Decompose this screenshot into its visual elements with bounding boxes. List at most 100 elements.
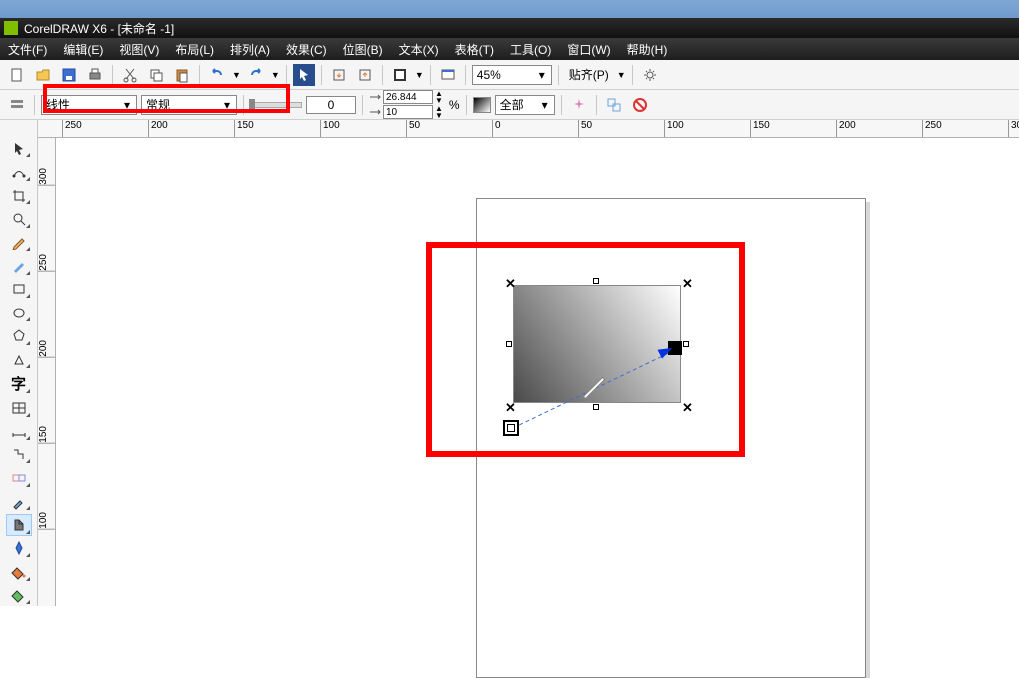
fill-type-dropdown[interactable]: 线性 ▾: [41, 95, 137, 115]
gradient-swatch[interactable]: [473, 97, 491, 113]
menu-help[interactable]: 帮助(H): [627, 41, 668, 58]
menu-view[interactable]: 视图(V): [119, 41, 159, 58]
shape-tool[interactable]: [6, 161, 32, 182]
menu-table[interactable]: 表格(T): [455, 41, 494, 58]
menu-edit[interactable]: 编辑(E): [63, 41, 103, 58]
fill-vector[interactable]: [509, 346, 681, 432]
open-button[interactable]: [32, 64, 54, 86]
app-launcher-button[interactable]: [389, 64, 411, 86]
rect-tool[interactable]: [6, 279, 32, 300]
menu-window[interactable]: 窗口(W): [567, 41, 610, 58]
interactive-tool[interactable]: [6, 467, 32, 488]
menu-effects[interactable]: 效果(C): [286, 41, 327, 58]
connector-tool[interactable]: [6, 444, 32, 465]
freehand-tool[interactable]: [6, 232, 32, 253]
smart-fill-tool[interactable]: [6, 585, 32, 606]
rect-icon: [11, 281, 27, 297]
presets-button[interactable]: [6, 94, 28, 116]
welcome-button[interactable]: [437, 64, 459, 86]
smartfill-icon: [11, 587, 27, 603]
undo-icon: [209, 67, 225, 83]
pick-mode-button[interactable]: [293, 64, 315, 86]
spinner-icon[interactable]: ▲▼: [435, 105, 443, 119]
crop-icon: [11, 188, 27, 204]
snap-label[interactable]: 贴齐(P): [565, 66, 613, 83]
shapes-tool[interactable]: [6, 349, 32, 370]
menu-bitmap[interactable]: 位图(B): [343, 41, 383, 58]
import-icon: [331, 67, 347, 83]
pen-icon: [11, 540, 27, 556]
edge-mode-value: 常规: [146, 96, 220, 113]
height-input[interactable]: [383, 105, 433, 119]
ruler-tick: 50: [406, 120, 420, 137]
zoom-tool[interactable]: [6, 208, 32, 229]
sel-handle-nw[interactable]: ✕: [505, 276, 516, 292]
export-icon: [357, 67, 373, 83]
print-button[interactable]: [84, 64, 106, 86]
snap-dropdown[interactable]: ▼: [617, 70, 626, 80]
eyedropper-tool[interactable]: [6, 491, 32, 512]
fill-flyout-tool[interactable]: [6, 561, 32, 582]
smart-draw-tool[interactable]: [6, 255, 32, 276]
save-button[interactable]: [58, 64, 80, 86]
text-tool[interactable]: 字: [6, 372, 32, 395]
save-icon: [61, 67, 77, 83]
new-icon: [9, 67, 25, 83]
effect-button[interactable]: [568, 94, 590, 116]
sel-handle-ne[interactable]: ✕: [682, 276, 693, 292]
angle-slider[interactable]: [250, 102, 302, 108]
launcher-icon: [392, 67, 408, 83]
launcher-dropdown[interactable]: ▼: [415, 70, 424, 80]
shape-icon: [11, 164, 27, 180]
sel-handle-se[interactable]: ✕: [682, 400, 693, 416]
menu-tools[interactable]: 工具(O): [510, 41, 551, 58]
window-title: CorelDRAW X6 - [未命名 -1]: [24, 20, 174, 37]
sel-handle-n[interactable]: [593, 278, 599, 284]
height-icon: [369, 108, 381, 117]
pick-tool[interactable]: [6, 138, 32, 159]
polygon-tool[interactable]: [6, 325, 32, 346]
redo-button[interactable]: [245, 64, 267, 86]
table-tool[interactable]: [6, 397, 32, 418]
cursor-icon: [11, 141, 27, 157]
ruler-tick: 200: [836, 120, 856, 137]
zoom-dropdown[interactable]: 45% ▾: [472, 65, 552, 85]
edge-mode-dropdown[interactable]: 常规 ▾: [141, 95, 237, 115]
scope-dropdown[interactable]: 全部 ▾: [495, 95, 555, 115]
bucket-icon: [11, 564, 27, 580]
clear-button[interactable]: [629, 94, 651, 116]
dimension-tool[interactable]: [6, 421, 32, 442]
shapes-icon: [11, 352, 27, 368]
ruler-tick: 100: [320, 120, 340, 137]
redo-dropdown[interactable]: ▼: [271, 70, 280, 80]
paste-button[interactable]: [171, 64, 193, 86]
import-button[interactable]: [328, 64, 350, 86]
copy-button[interactable]: [145, 64, 167, 86]
sel-handle-e[interactable]: [683, 341, 689, 347]
interactive-fill-tool[interactable]: [6, 514, 32, 535]
fill-start-handle[interactable]: [503, 420, 519, 436]
vertical-ruler[interactable]: 300250200150100: [38, 138, 56, 606]
menu-text[interactable]: 文本(X): [399, 41, 439, 58]
menu-file[interactable]: 文件(F): [8, 41, 47, 58]
width-input[interactable]: [383, 90, 433, 104]
export-button[interactable]: [354, 64, 376, 86]
blend-icon: [11, 470, 27, 486]
cut-button[interactable]: [119, 64, 141, 86]
horizontal-ruler[interactable]: 25020015010050050100150200250300: [38, 120, 1019, 138]
ellipse-tool[interactable]: [6, 302, 32, 323]
undo-dropdown[interactable]: ▼: [232, 70, 241, 80]
undo-button[interactable]: [206, 64, 228, 86]
angle-input[interactable]: [306, 96, 356, 114]
crop-tool[interactable]: [6, 185, 32, 206]
menu-layout[interactable]: 布局(L): [175, 41, 214, 58]
new-button[interactable]: [6, 64, 28, 86]
outline-tool[interactable]: [6, 538, 32, 559]
chevron-down-icon: ▾: [220, 98, 234, 112]
spinner-icon[interactable]: ▲▼: [435, 90, 443, 104]
ruler-tick: 50: [578, 120, 592, 137]
copy-props-button[interactable]: [603, 94, 625, 116]
menu-arrange[interactable]: 排列(A): [230, 41, 270, 58]
options-button[interactable]: [639, 64, 661, 86]
print-icon: [87, 67, 103, 83]
